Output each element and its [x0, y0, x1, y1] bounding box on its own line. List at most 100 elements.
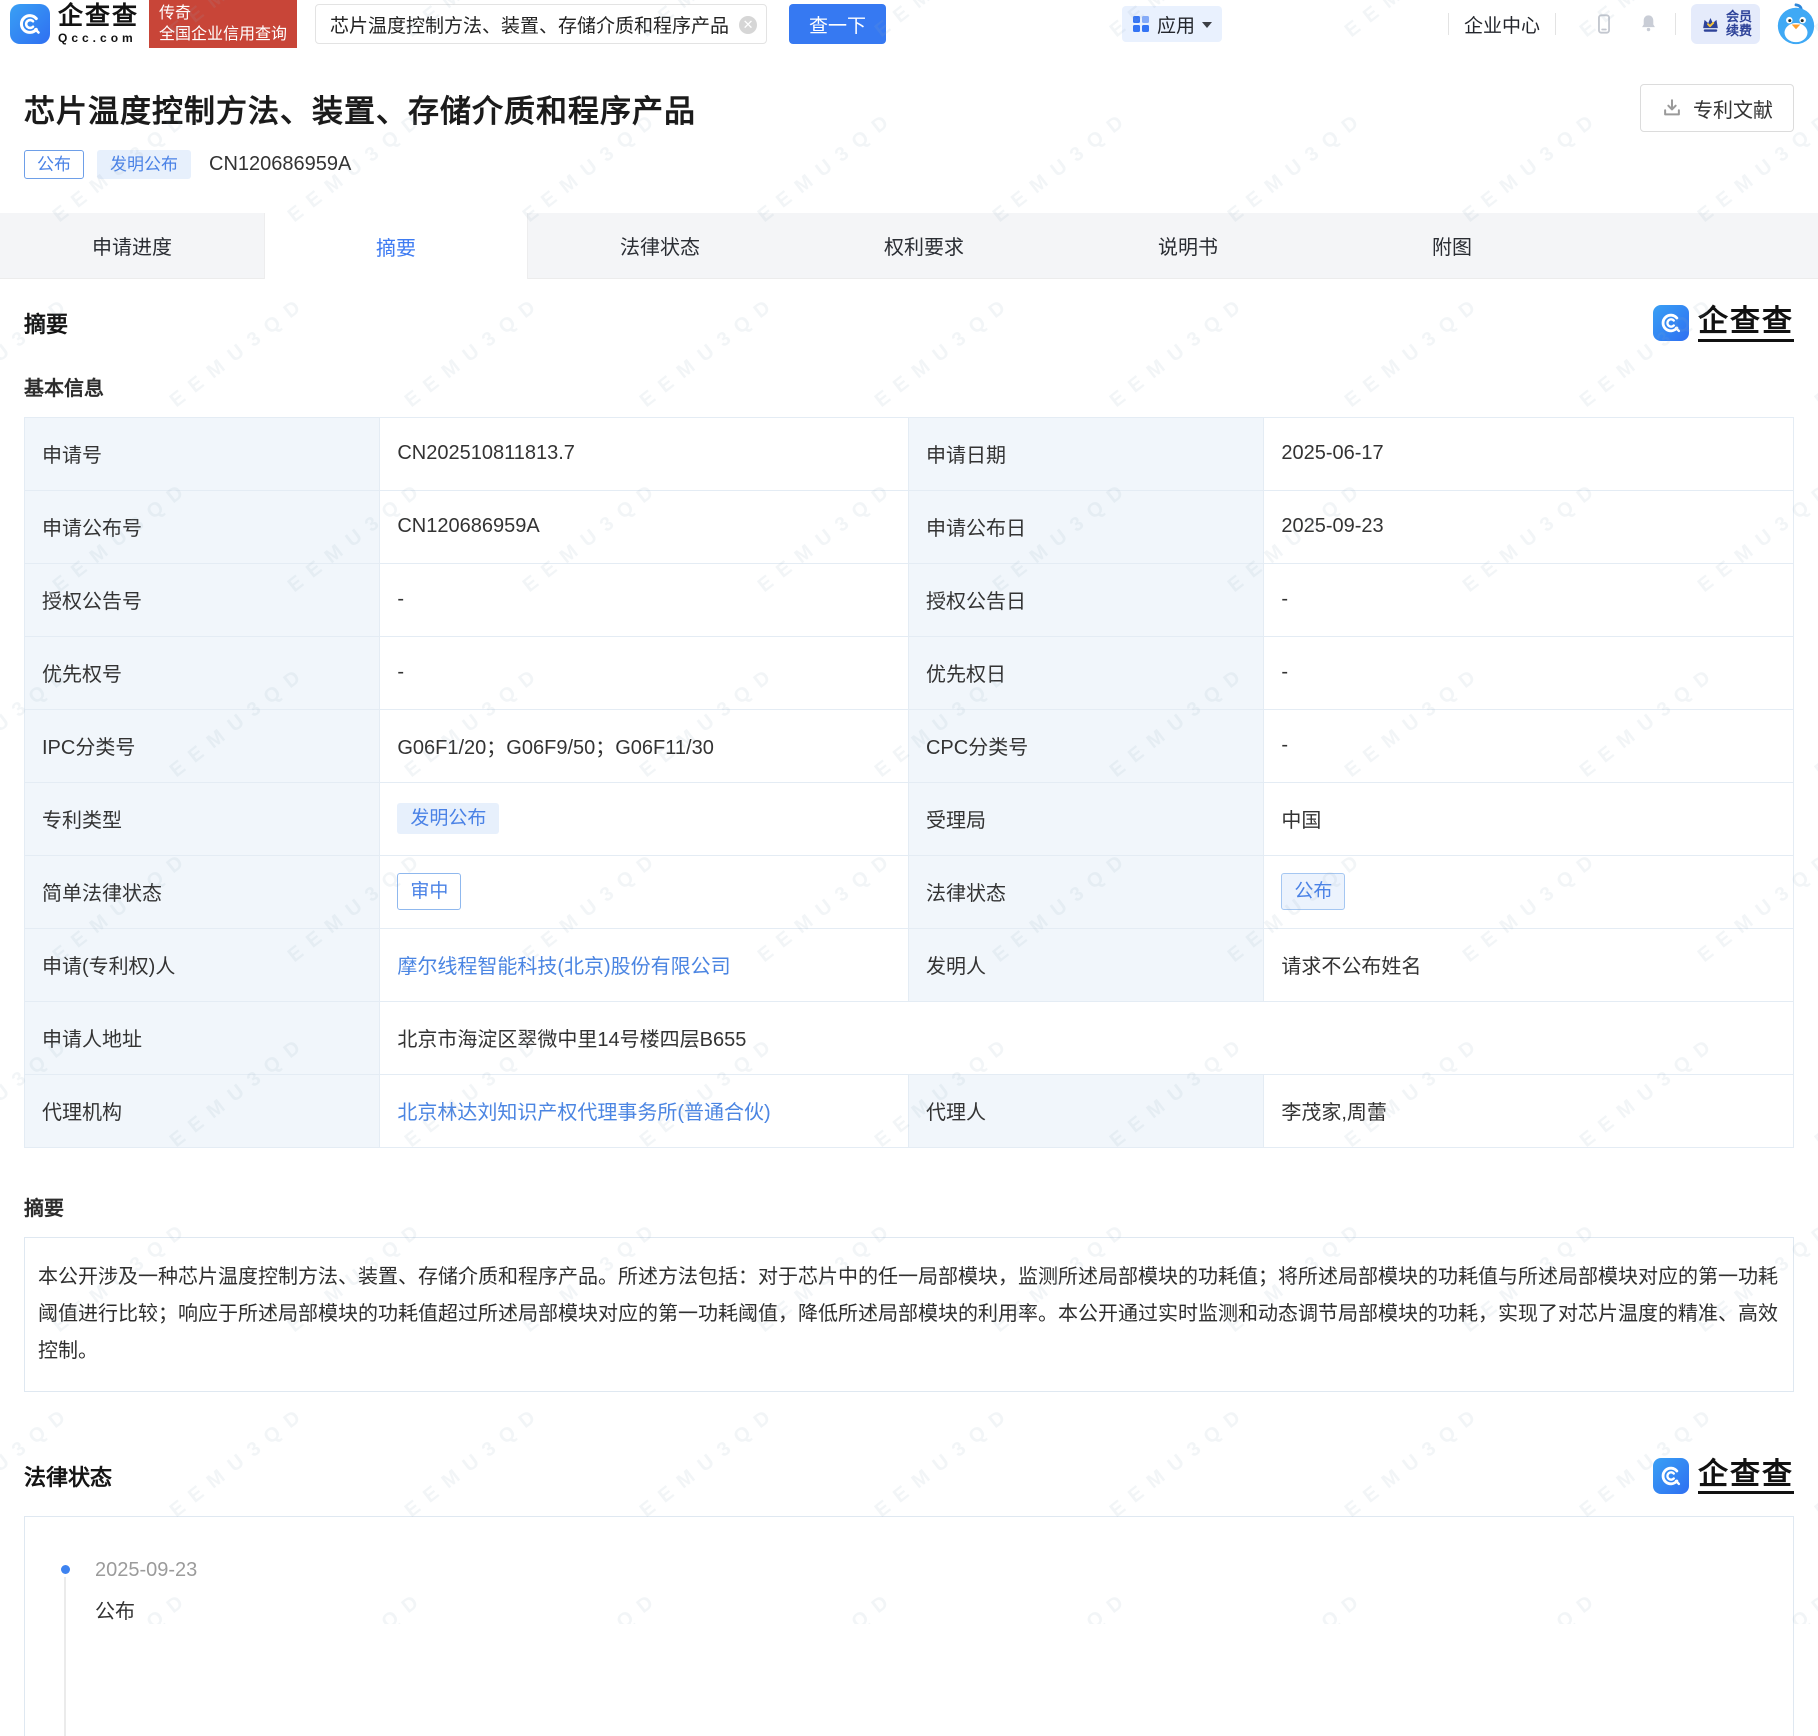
field-value: G06F1/20；G06F9/50；G06F11/30 — [380, 710, 909, 782]
field-value: 2025-06-17 — [1264, 418, 1793, 490]
field-value: 北京林达刘知识产权代理事务所(普通合伙) — [380, 1075, 909, 1147]
field-label: 优先权日 — [909, 637, 1264, 709]
tab-权利要求[interactable]: 权利要求 — [792, 213, 1056, 278]
table-row: 代理机构北京林达刘知识产权代理事务所(普通合伙) 代理人李茂家,周蕾 — [25, 1075, 1793, 1147]
logo-subtitle: Qcc.com — [58, 32, 139, 44]
field-label: 授权公告日 — [909, 564, 1264, 636]
site-header: 企查查 Qcc.com 传奇 全国企业信用查询 ✕ 查一下 应用 企业中心 — [0, 0, 1818, 48]
field-label: 申请日期 — [909, 418, 1264, 490]
entity-link[interactable]: 北京林达刘知识产权代理事务所(普通合伙) — [397, 1096, 770, 1125]
field-value: 北京市海淀区翠微中里14号楼四层B655 — [380, 1002, 1793, 1074]
logo-title: 企查查 — [58, 4, 139, 29]
field-value: 中国 — [1264, 783, 1793, 855]
field-value: - — [380, 564, 909, 636]
tab-附图[interactable]: 附图 — [1320, 213, 1584, 278]
field-value: - — [380, 637, 909, 709]
basic-info-table: 申请号CN202510811813.7申请日期2025-06-17申请公布号CN… — [24, 417, 1794, 1148]
field-label: 优先权号 — [25, 637, 380, 709]
table-row: 简单法律状态审中法律状态公布 — [25, 856, 1793, 929]
field-value: CN120686959A — [380, 491, 909, 563]
table-row: 优先权号-优先权日- — [25, 637, 1793, 710]
field-label: 申请公布日 — [909, 491, 1264, 563]
section-title-abstract: 摘要 — [24, 307, 68, 339]
field-value: 发明公布 — [380, 783, 909, 855]
apps-menu-button[interactable]: 应用 — [1122, 6, 1222, 42]
abstract-text: 本公开涉及一种芯片温度控制方法、装置、存储介质和程序产品。所述方法包括：对于芯片… — [24, 1237, 1794, 1392]
vip-renew-button[interactable]: 会员 续费 — [1691, 4, 1760, 44]
table-row: 申请(专利权)人摩尔线程智能科技(北京)股份有限公司 发明人请求不公布姓名 — [25, 929, 1793, 1002]
section-title-legal: 法律状态 — [24, 1460, 112, 1492]
qcc-logo[interactable]: 企查查 Qcc.com 传奇 全国企业信用查询 — [10, 0, 297, 48]
page-title: 芯片温度控制方法、装置、存储介质和程序产品 — [24, 86, 696, 131]
basic-info-heading: 基本信息 — [24, 372, 1794, 401]
status-badge: 审中 — [397, 873, 461, 910]
search-button[interactable]: 查一下 — [789, 4, 886, 44]
field-label: 简单法律状态 — [25, 856, 380, 928]
crown-icon — [1699, 13, 1722, 35]
table-row: 申请公布号CN120686959A申请公布日2025-09-23 — [25, 491, 1793, 564]
slogan-badge: 传奇 全国企业信用查询 — [149, 0, 297, 48]
field-label: 受理局 — [909, 783, 1264, 855]
mobile-app-icon[interactable] — [1593, 12, 1615, 36]
download-icon — [1661, 97, 1683, 119]
apps-grid-icon — [1132, 15, 1150, 33]
table-row: IPC分类号G06F1/20；G06F9/50；G06F11/30CPC分类号- — [25, 710, 1793, 783]
patent-doc-button[interactable]: 专利文献 — [1640, 84, 1794, 132]
field-value: - — [1264, 564, 1793, 636]
field-label: CPC分类号 — [909, 710, 1264, 782]
type-chip[interactable]: 发明公布 — [397, 803, 499, 834]
mascot-helper-icon[interactable] — [1774, 1, 1818, 47]
field-value: 审中 — [380, 856, 909, 928]
field-label: IPC分类号 — [25, 710, 380, 782]
legal-status-box: 2025-09-23 公布 — [24, 1516, 1794, 1736]
patent-type-tag: 发明公布 — [97, 150, 191, 179]
field-label: 申请号 — [25, 418, 380, 490]
table-row: 申请人地址北京市海淀区翠微中里14号楼四层B655 — [25, 1002, 1793, 1075]
field-value: - — [1264, 637, 1793, 709]
field-label: 授权公告号 — [25, 564, 380, 636]
notification-bell-icon[interactable] — [1637, 12, 1660, 36]
field-label: 代理机构 — [25, 1075, 380, 1147]
field-label: 申请人地址 — [25, 1002, 380, 1074]
search-box[interactable]: ✕ — [315, 4, 767, 44]
tab-摘要[interactable]: 摘要 — [264, 213, 528, 279]
patent-number: CN120686959A — [209, 153, 351, 176]
status-badge: 公布 — [1281, 873, 1345, 910]
timeline-date: 2025-09-23 — [95, 1559, 1793, 1582]
qcc-brand-mark: 企查查 — [1653, 1458, 1794, 1495]
field-value: 公布 — [1264, 856, 1793, 928]
abstract-heading: 摘要 — [24, 1192, 1794, 1221]
qcc-logo-icon — [10, 4, 50, 44]
table-row: 授权公告号-授权公告日- — [25, 564, 1793, 637]
field-label: 申请公布号 — [25, 491, 380, 563]
field-value: 摩尔线程智能科技(北京)股份有限公司 — [380, 929, 909, 1001]
field-value: 请求不公布姓名 — [1264, 929, 1793, 1001]
timeline-status: 公布 — [95, 1595, 1793, 1624]
legal-timeline: 2025-09-23 公布 — [61, 1559, 1793, 1624]
tab-说明书[interactable]: 说明书 — [1056, 213, 1320, 278]
chevron-down-icon — [1202, 22, 1212, 28]
field-value: 李茂家,周蕾 — [1264, 1075, 1793, 1147]
table-row: 申请号CN202510811813.7申请日期2025-06-17 — [25, 418, 1793, 491]
field-label: 申请(专利权)人 — [25, 929, 380, 1001]
field-label: 专利类型 — [25, 783, 380, 855]
tab-法律状态[interactable]: 法律状态 — [528, 213, 792, 278]
table-row: 专利类型发明公布 受理局中国 — [25, 783, 1793, 856]
field-value: 2025-09-23 — [1264, 491, 1793, 563]
qcc-brand-mark: 企查查 — [1653, 305, 1794, 342]
publish-status-tag: 公布 — [24, 150, 84, 179]
timeline-dot-icon — [61, 1565, 70, 1574]
qcc-brand-icon — [1653, 305, 1689, 341]
clear-search-icon[interactable]: ✕ — [739, 16, 757, 34]
field-label: 代理人 — [909, 1075, 1264, 1147]
search-input[interactable] — [316, 13, 766, 35]
tab-bar: 申请进度摘要法律状态权利要求说明书附图 — [0, 213, 1818, 279]
entity-link[interactable]: 摩尔线程智能科技(北京)股份有限公司 — [397, 950, 730, 979]
field-value: - — [1264, 710, 1793, 782]
qcc-brand-icon — [1653, 1458, 1689, 1494]
timeline-item: 2025-09-23 公布 — [61, 1559, 1793, 1624]
field-value: CN202510811813.7 — [380, 418, 909, 490]
enterprise-center-link[interactable]: 企业中心 — [1464, 11, 1540, 38]
field-label: 发明人 — [909, 929, 1264, 1001]
tab-申请进度[interactable]: 申请进度 — [0, 213, 264, 278]
